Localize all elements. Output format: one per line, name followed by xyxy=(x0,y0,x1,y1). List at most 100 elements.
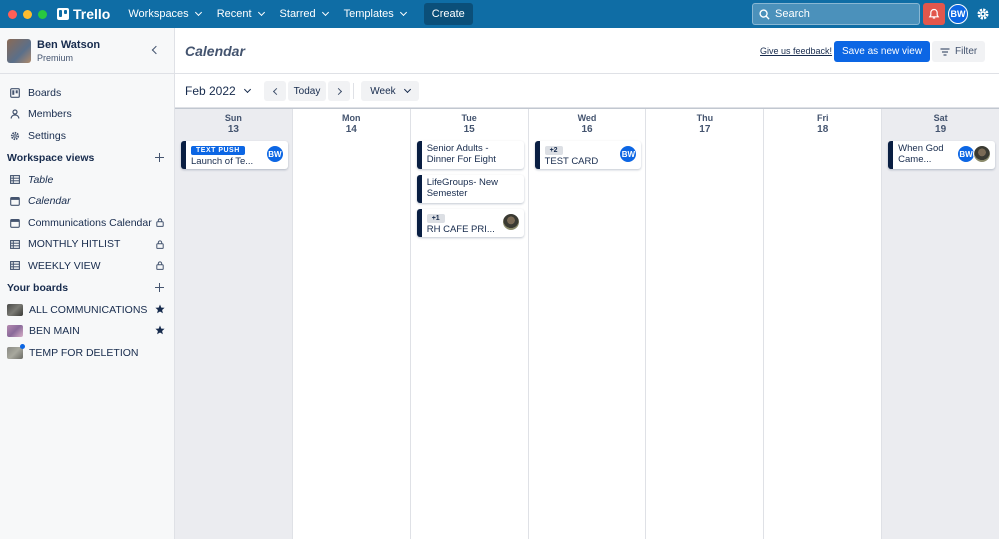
day-column-sun[interactable]: Sun 13 TEXT PUSH Launch of Te... BW xyxy=(175,109,293,539)
trello-logo[interactable]: Trello xyxy=(57,6,110,22)
day-header: Tue 15 xyxy=(411,109,528,139)
day-column-wed[interactable]: Wed 16 +2 TEST CARD BW xyxy=(529,109,647,539)
today-button[interactable]: Today xyxy=(288,81,326,101)
sidebar-item-weekly-view[interactable]: WEEKLY VIEW xyxy=(0,255,174,277)
sidebar-board-all-communications[interactable]: ALL COMMUNICATIONS xyxy=(0,299,174,321)
chevron-down-icon xyxy=(194,8,202,17)
card-title: TEST CARD xyxy=(544,156,599,167)
week-grid: Sun 13 TEXT PUSH Launch of Te... BW Mon 14 Tue 1… xyxy=(175,108,999,539)
search-input[interactable]: Search xyxy=(752,3,920,25)
day-number: 17 xyxy=(699,124,711,135)
user-name: Ben Watson xyxy=(37,38,101,51)
card-title: When God Came... xyxy=(898,143,944,165)
lock-icon xyxy=(156,218,164,227)
nav-workspaces[interactable]: Workspaces xyxy=(122,4,206,24)
calendar-card[interactable]: Senior Adults - Dinner For Eight xyxy=(416,141,524,169)
day-of-week: Sat xyxy=(933,113,948,123)
top-nav: Workspaces Recent Starred Templates Crea… xyxy=(122,3,473,25)
card-title: RH CAFE PRI... xyxy=(426,224,495,235)
day-of-week: Sun xyxy=(224,113,242,123)
range-selector[interactable]: Week xyxy=(361,81,419,101)
minimize-window-button[interactable] xyxy=(23,9,32,19)
workspace-profile: Ben Watson Premium xyxy=(0,28,174,74)
sidebar-board-ben-main[interactable]: BEN MAIN xyxy=(0,320,174,342)
next-week-button[interactable] xyxy=(328,81,350,101)
member-avatar[interactable] xyxy=(501,213,520,231)
table-icon xyxy=(10,261,20,271)
add-board-icon[interactable] xyxy=(155,282,164,292)
day-header: Wed 16 xyxy=(529,109,646,139)
day-number: 16 xyxy=(581,124,593,135)
lock-icon xyxy=(156,240,164,249)
nav-templates[interactable]: Templates xyxy=(338,4,412,24)
day-column-tue[interactable]: Tue 15 Senior Adults - Dinner For Eight Lif… xyxy=(411,109,529,539)
sidebar-item-settings[interactable]: Settings xyxy=(0,125,174,147)
day-number: 18 xyxy=(817,124,829,135)
search-icon xyxy=(759,8,770,20)
nav-starred[interactable]: Starred xyxy=(274,4,334,24)
save-as-new-view-button[interactable]: Save as new view xyxy=(834,41,931,62)
board-thumbnail xyxy=(7,343,25,359)
add-view-icon[interactable] xyxy=(155,152,164,162)
gear-icon[interactable] xyxy=(975,6,991,22)
calendar-toolbar: Feb 2022 Today Week xyxy=(175,74,999,108)
day-column-thu[interactable]: Thu 17 xyxy=(646,109,765,539)
avatar xyxy=(7,38,31,63)
star-icon[interactable] xyxy=(155,304,165,314)
maximize-window-button[interactable] xyxy=(38,9,47,19)
calendar-card[interactable]: TEXT PUSH Launch of Te... BW xyxy=(181,141,288,169)
close-window-button[interactable] xyxy=(8,9,17,19)
sidebar-board-temp-for-deletion[interactable]: TEMP FOR DELETION xyxy=(0,342,174,364)
member-avatar[interactable]: BW xyxy=(265,145,284,163)
card-badge: +1 xyxy=(426,214,445,223)
calendar-card[interactable]: +2 TEST CARD BW xyxy=(534,141,642,169)
nav-recent[interactable]: Recent xyxy=(211,4,270,24)
chevron-right-icon xyxy=(334,87,342,95)
calendar-card[interactable]: When God Came... BW xyxy=(888,141,996,169)
sidebar-item-communications-calendar[interactable]: Communications Calendar xyxy=(0,212,174,234)
day-column-mon[interactable]: Mon 14 xyxy=(293,109,411,539)
board-thumbnail xyxy=(7,303,23,316)
chevron-down-icon xyxy=(399,8,407,17)
sidebar-item-table[interactable]: Table xyxy=(0,169,174,191)
filter-button[interactable]: Filter xyxy=(932,41,986,62)
sidebar-item-boards[interactable]: Boards xyxy=(0,82,174,104)
day-of-week: Tue xyxy=(461,113,477,123)
star-icon[interactable] xyxy=(155,325,165,335)
unread-dot xyxy=(20,343,25,349)
month-selector[interactable]: Feb 2022 xyxy=(185,84,251,98)
collapse-sidebar-icon[interactable] xyxy=(151,45,161,55)
calendar-card[interactable]: LifeGroups- New Semester xyxy=(416,175,524,203)
calendar-icon xyxy=(10,196,20,207)
filter-icon xyxy=(940,47,950,56)
feedback-link[interactable]: Give us feedback! xyxy=(760,46,832,56)
calendar-icon xyxy=(10,218,20,228)
day-number: 13 xyxy=(227,124,239,135)
sidebar-item-calendar[interactable]: Calendar xyxy=(0,190,174,212)
chevron-down-icon xyxy=(321,8,329,17)
member-avatar[interactable] xyxy=(973,145,992,163)
view-header: Calendar Give us feedback! Save as new v… xyxy=(175,28,999,74)
gear-icon xyxy=(10,131,20,141)
day-of-week: Fri xyxy=(816,113,829,123)
notifications-button[interactable] xyxy=(923,3,945,25)
board-thumbnail xyxy=(7,325,23,338)
day-column-sat[interactable]: Sat 19 When God Came... BW xyxy=(882,109,999,539)
previous-week-button[interactable] xyxy=(264,81,286,101)
calendar-card[interactable]: +1 RH CAFE PRI... xyxy=(416,209,524,237)
day-number: 19 xyxy=(935,124,947,135)
day-of-week: Wed xyxy=(577,113,597,123)
day-column-fri[interactable]: Fri 18 xyxy=(764,109,883,539)
chevron-down-icon xyxy=(403,85,411,94)
sidebar-item-monthly-hitlist[interactable]: MONTHLY HITLIST xyxy=(0,234,174,256)
create-button[interactable]: Create xyxy=(423,3,473,25)
account-avatar[interactable]: BW xyxy=(948,4,968,24)
member-avatar[interactable]: BW xyxy=(619,145,638,163)
day-header: Thu 17 xyxy=(646,109,763,139)
page-title[interactable]: Calendar xyxy=(185,43,245,59)
day-header: Mon 14 xyxy=(293,109,410,139)
chevron-left-icon xyxy=(272,87,280,95)
person-icon xyxy=(10,109,20,119)
day-header: Fri 18 xyxy=(764,109,881,139)
sidebar-item-members[interactable]: Members xyxy=(0,104,174,126)
